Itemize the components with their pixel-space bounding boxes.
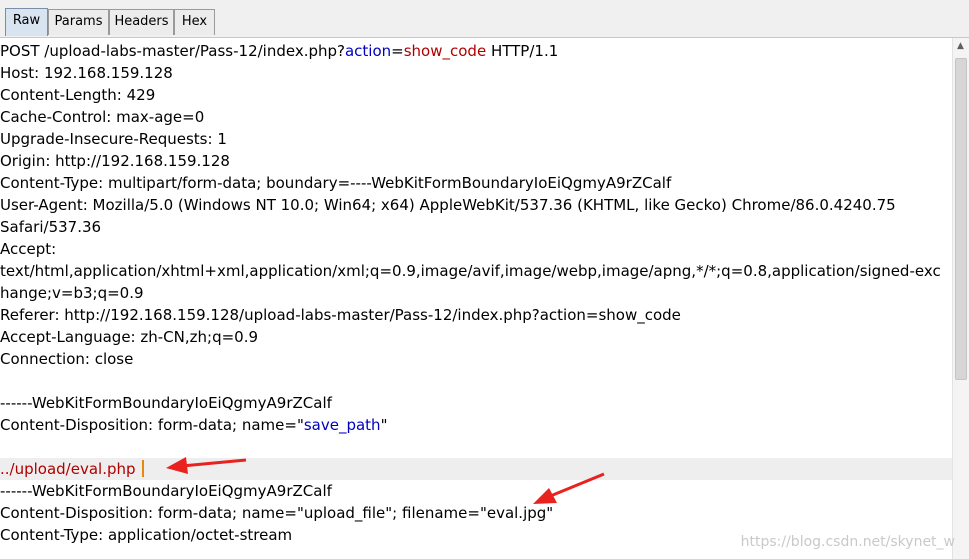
request-line: POST /upload-labs-master/Pass-12/index.p…: [0, 42, 559, 60]
header-host: Host: 192.168.159.128: [0, 64, 173, 82]
header-cache-control: Cache-Control: max-age=0: [0, 108, 205, 126]
param-name: action: [344, 42, 392, 60]
header-origin: Origin: http://192.168.159.128: [0, 152, 230, 170]
header-accept: Accept:: [0, 240, 57, 258]
header-connection: Connection: close: [0, 350, 134, 368]
watermark: https://blog.csdn.net/skynet_w: [740, 534, 955, 550]
tab-params[interactable]: Params: [48, 9, 109, 35]
header-user-agent-cont: Safari/537.36: [0, 218, 102, 236]
field-name-save-path: save_path: [303, 416, 381, 434]
tab-bar: Raw Params Headers Hex: [0, 0, 969, 38]
param-value: show_code: [403, 42, 487, 60]
save-path-value: ../upload/eval.php: [0, 460, 136, 478]
multipart-boundary: ------WebKitFormBoundaryIoEiQgmyA9rZCalf: [0, 394, 332, 412]
raw-request-editor[interactable]: POST /upload-labs-master/Pass-12/index.p…: [0, 38, 969, 559]
header-content-length: Content-Length: 429: [0, 86, 156, 104]
tab-raw[interactable]: Raw: [5, 8, 48, 36]
header-user-agent: User-Agent: Mozilla/5.0 (Windows NT 10.0…: [0, 196, 896, 214]
tab-hex[interactable]: Hex: [174, 9, 215, 35]
text-caret: [141, 460, 144, 477]
content-disposition-upload-file: Content-Disposition: form-data; name="up…: [0, 504, 554, 522]
scroll-up-arrow-icon[interactable]: ▲: [952, 38, 969, 55]
scrollbar-thumb[interactable]: [955, 58, 967, 380]
content-disposition-save-path: Content-Disposition: form-data; name="sa…: [0, 416, 388, 434]
header-upgrade-insecure: Upgrade-Insecure-Requests: 1: [0, 130, 227, 148]
header-accept-value-cont: hange;v=b3;q=0.9: [0, 284, 144, 302]
header-accept-language: Accept-Language: zh-CN,zh;q=0.9: [0, 328, 259, 346]
header-accept-value: text/html,application/xhtml+xml,applicat…: [0, 262, 941, 280]
save-path-value-line[interactable]: ../upload/eval.php: [0, 458, 952, 480]
request-lines: POST /upload-labs-master/Pass-12/index.p…: [0, 40, 952, 546]
multipart-boundary: ------WebKitFormBoundaryIoEiQgmyA9rZCalf: [0, 482, 332, 500]
header-referer: Referer: http://192.168.159.128/upload-l…: [0, 306, 681, 324]
header-content-type: Content-Type: multipart/form-data; bound…: [0, 174, 672, 192]
tab-headers[interactable]: Headers: [109, 9, 174, 35]
